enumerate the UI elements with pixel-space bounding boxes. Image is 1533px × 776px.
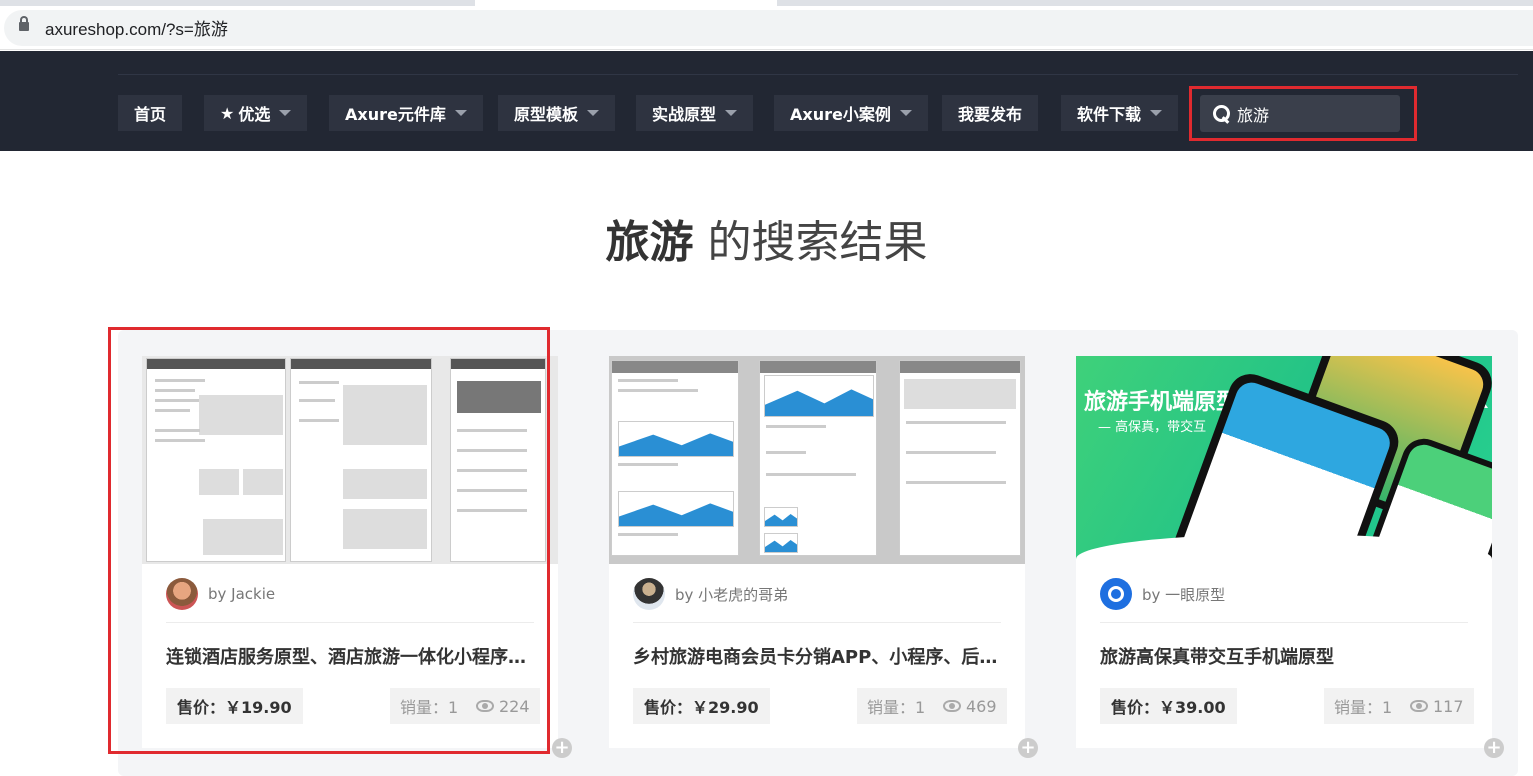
chevron-down-icon [454, 110, 467, 116]
nav-templates-label: 原型模板 [514, 105, 579, 124]
card-highlight-box [108, 327, 550, 754]
author-name[interactable]: by 小老虎的哥弟 [675, 584, 788, 605]
author-name[interactable]: by 一眼原型 [1142, 584, 1225, 605]
lock-icon[interactable] [19, 16, 29, 31]
chevron-down-icon [1150, 110, 1163, 116]
card-divider [1100, 622, 1468, 623]
nav-cases[interactable]: Axure小案例 [774, 95, 928, 131]
view-count: 469 [933, 688, 1007, 724]
page-title: 旅游 的搜索结果 [0, 206, 1533, 270]
address-bar[interactable]: axureshop.com/?s=旅游 [0, 6, 1533, 50]
product-card[interactable]: 旅游手机端原型 — 高保真，带交互 by 一眼原型 旅游高保真带交互手机端原型 … [1076, 356, 1492, 748]
avatar[interactable] [1100, 578, 1132, 610]
view-count-value: 117 [1433, 696, 1464, 716]
product-title[interactable]: 旅游高保真带交互手机端原型 [1100, 643, 1468, 669]
url-text[interactable]: axureshop.com/?s=旅游 [45, 15, 228, 40]
nav-download[interactable]: 软件下载 [1061, 95, 1179, 131]
product-thumbnail[interactable]: 旅游手机端原型 — 高保真，带交互 [1076, 356, 1492, 564]
chevron-down-icon [899, 110, 912, 116]
nav-axure-library-label: Axure元件库 [345, 105, 446, 124]
nav-featured-label: 优选 [238, 105, 271, 124]
price-tag: 售价：￥29.90 [633, 688, 770, 724]
product-thumbnail[interactable] [609, 356, 1025, 564]
add-icon[interactable]: + [552, 738, 572, 758]
nav-practical-label: 实战原型 [652, 105, 717, 124]
eye-icon [943, 700, 961, 712]
nav-axure-library[interactable]: Axure元件库 [329, 95, 483, 131]
nav-download-label: 软件下载 [1077, 105, 1142, 124]
thumbnail-subtitle: — 高保真，带交互 [1098, 420, 1207, 435]
nav-home[interactable]: 首页 [118, 95, 183, 131]
search-highlight-box [1189, 86, 1417, 141]
chevron-down-icon [725, 110, 738, 116]
nav-practical[interactable]: 实战原型 [636, 95, 754, 131]
nav-publish-label: 我要发布 [958, 105, 1023, 124]
add-icon[interactable]: + [1018, 738, 1038, 758]
nav-publish[interactable]: 我要发布 [942, 95, 1039, 131]
header-divider [118, 74, 1518, 75]
product-card[interactable]: by 小老虎的哥弟 乡村旅游电商会员卡分销APP、小程序、后台原型 售价：￥29… [609, 356, 1025, 748]
sales-count: 销量：1 [1324, 688, 1403, 724]
author[interactable]: by 小老虎的哥弟 [633, 578, 788, 610]
star-icon: ★ [220, 103, 235, 123]
nav-cases-label: Axure小案例 [790, 105, 891, 124]
eye-icon [1410, 700, 1428, 712]
avatar[interactable] [633, 578, 665, 610]
nav-home-label: 首页 [134, 105, 167, 124]
nav-featured[interactable]: ★ 优选 [204, 95, 308, 131]
sales-count: 销量：1 [857, 688, 936, 724]
chevron-down-icon [279, 110, 292, 116]
view-count: 117 [1400, 688, 1474, 724]
thumbnail-title: 旅游手机端原型 [1084, 390, 1239, 415]
author[interactable]: by 一眼原型 [1100, 578, 1225, 610]
add-icon[interactable]: + [1484, 738, 1504, 758]
product-title[interactable]: 乡村旅游电商会员卡分销APP、小程序、后台原型 [633, 643, 1001, 669]
address-pill[interactable] [4, 10, 1533, 46]
title-suffix: 的搜索结果 [693, 217, 928, 268]
view-count-value: 469 [966, 696, 997, 716]
nav-templates[interactable]: 原型模板 [498, 95, 616, 131]
chevron-down-icon [587, 110, 600, 116]
search-keyword: 旅游 [605, 217, 694, 268]
card-divider [633, 622, 1001, 623]
price-tag: 售价：￥39.00 [1100, 688, 1237, 724]
